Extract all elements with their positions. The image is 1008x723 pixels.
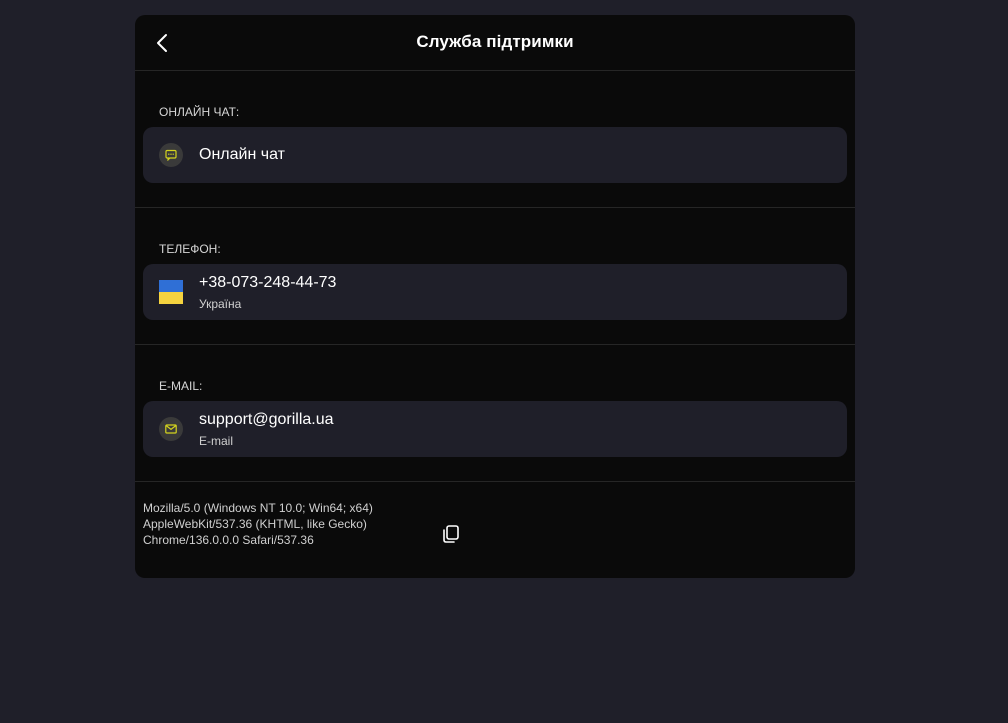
- user-agent-line: Chrome/136.0.0.0 Safari/537.36: [143, 533, 314, 547]
- email-card[interactable]: support@gorilla.ua E-mail: [143, 401, 847, 457]
- user-agent-line: AppleWebKit/537.36 (KHTML, like Gecko): [143, 517, 367, 531]
- page-title: Служба підтримки: [416, 32, 574, 51]
- user-agent-line: Mozilla/5.0 (Windows NT 10.0; Win64; x64…: [143, 501, 373, 515]
- user-agent-text: Mozilla/5.0 (Windows NT 10.0; Win64; x64…: [143, 500, 383, 548]
- phone-number: +38-073-248-44-73: [199, 274, 337, 291]
- footer: Mozilla/5.0 (Windows NT 10.0; Win64; x64…: [135, 482, 855, 570]
- envelope-icon: [159, 417, 183, 441]
- online-chat-card[interactable]: Онлайн чат: [143, 127, 847, 183]
- email-label: E-MAIL:: [159, 379, 203, 393]
- chat-bubble-icon: [159, 143, 183, 167]
- email-section: E-MAIL: support@gorilla.ua E-mail: [135, 345, 855, 482]
- header: Служба підтримки: [135, 15, 855, 71]
- online-chat-section: ОНЛАЙН ЧАТ: Онлайн чат: [135, 71, 855, 208]
- email-address: support@gorilla.ua: [199, 411, 334, 428]
- copy-button[interactable]: [439, 522, 463, 546]
- phone-country: Україна: [199, 297, 242, 311]
- online-chat-title: Онлайн чат: [199, 146, 285, 163]
- support-panel: Служба підтримки ОНЛАЙН ЧАТ: Онлайн чат …: [135, 15, 855, 578]
- phone-card[interactable]: +38-073-248-44-73 Україна: [143, 264, 847, 320]
- ukraine-flag-icon: [159, 280, 183, 304]
- phone-label: ТЕЛЕФОН:: [159, 242, 221, 256]
- online-chat-label: ОНЛАЙН ЧАТ:: [159, 105, 240, 119]
- phone-section: ТЕЛЕФОН: +38-073-248-44-73 Україна: [135, 208, 855, 345]
- copy-icon: [443, 525, 459, 543]
- email-caption: E-mail: [199, 434, 234, 448]
